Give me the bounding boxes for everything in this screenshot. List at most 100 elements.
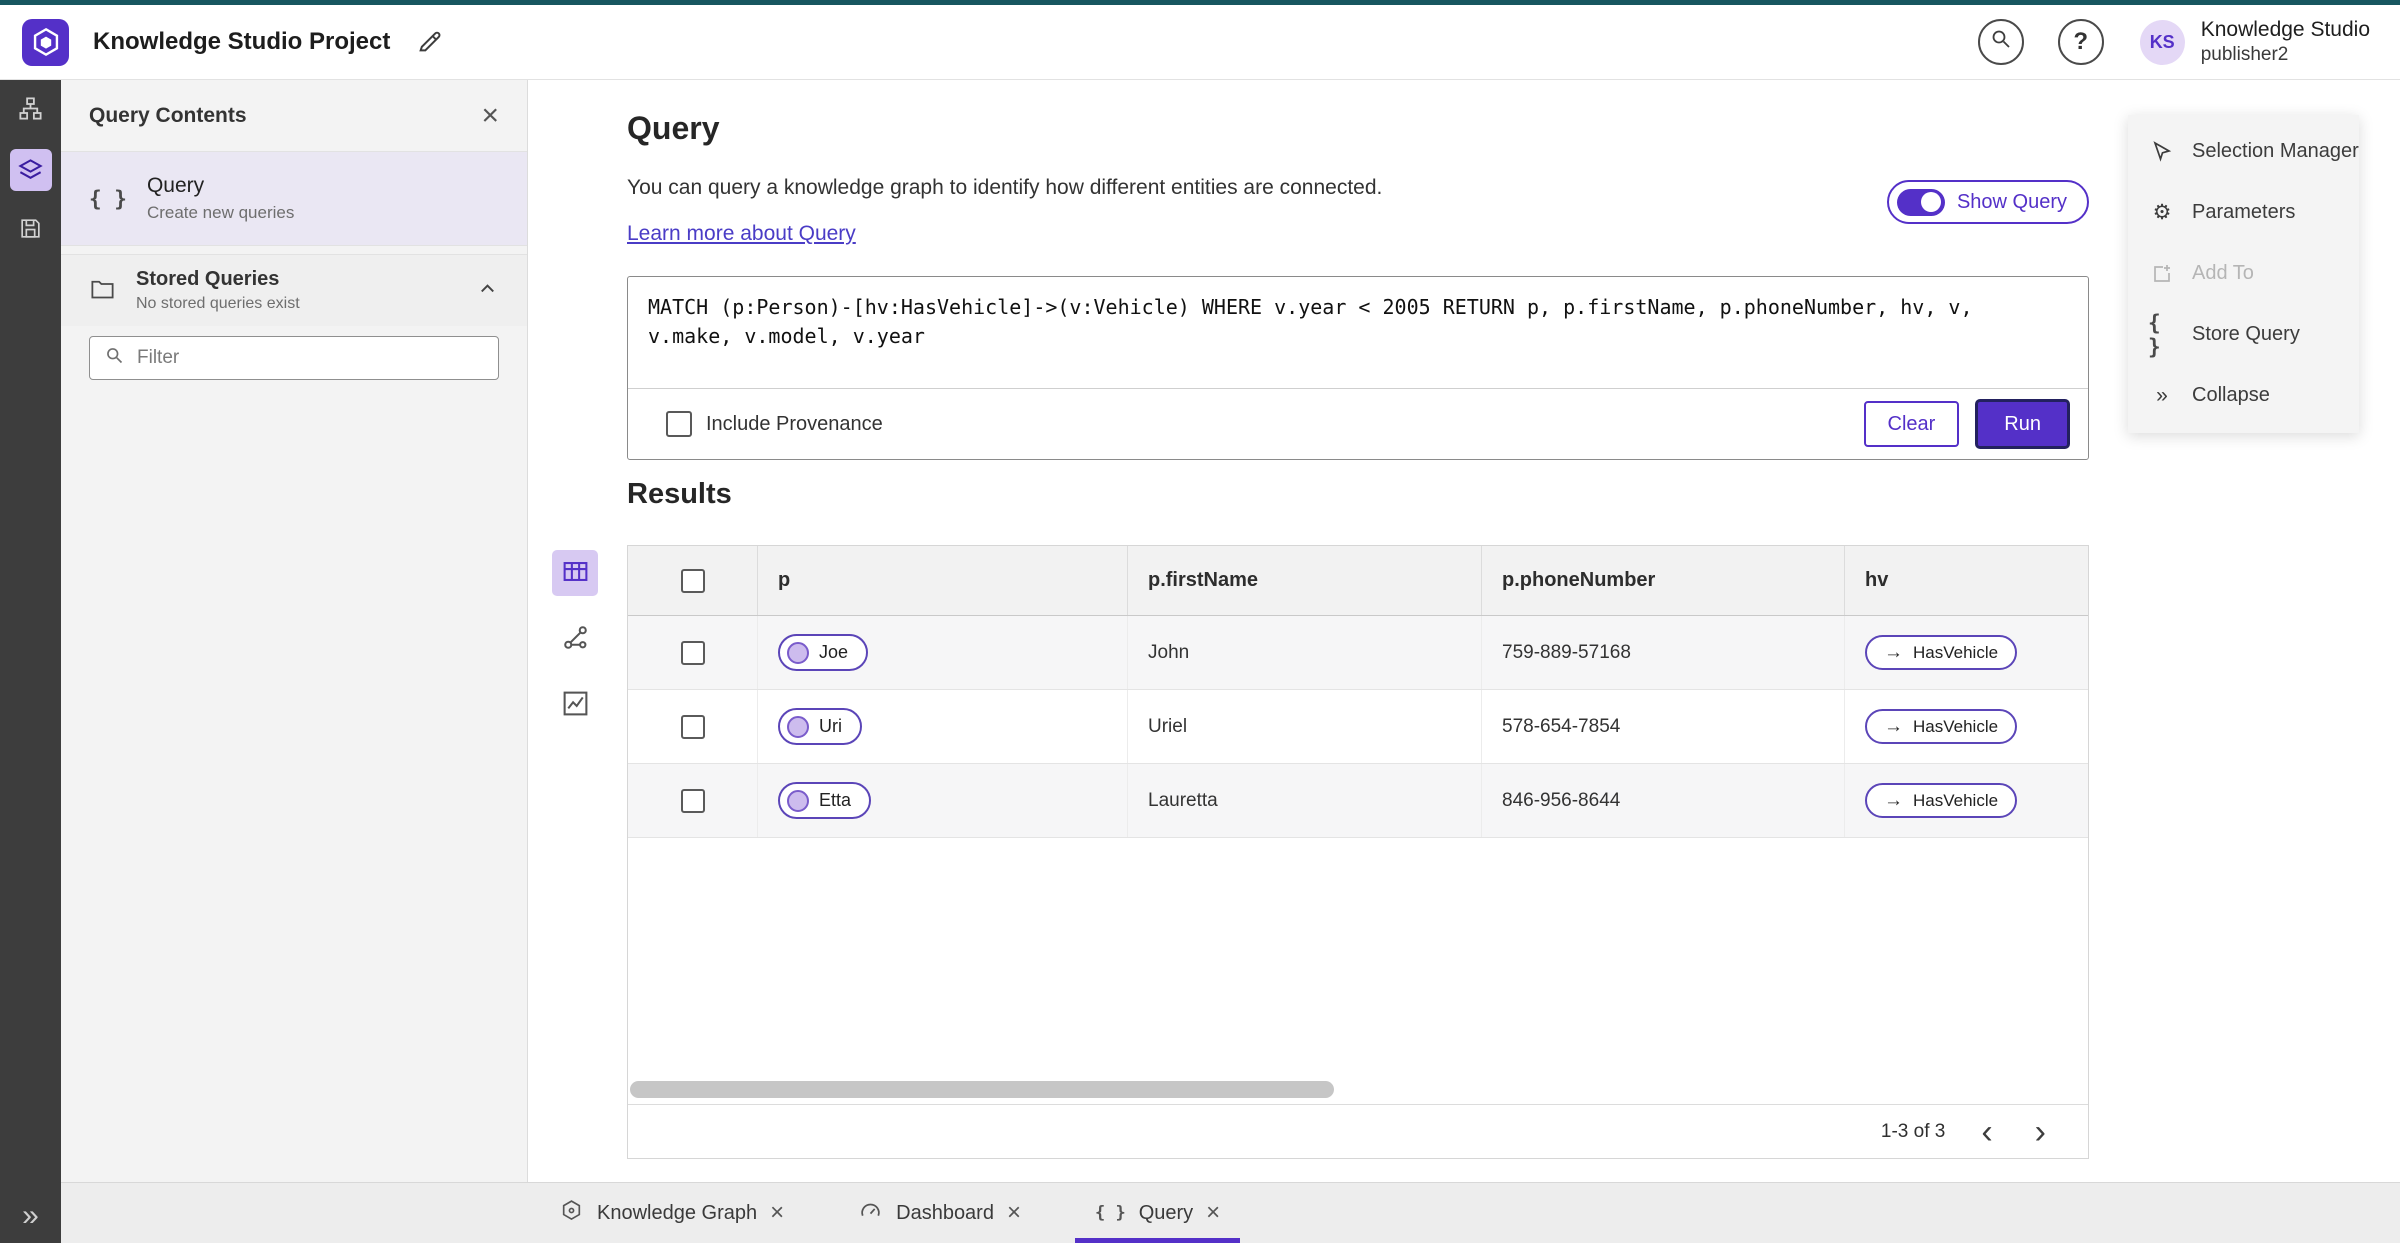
node-icon <box>787 715 809 738</box>
left-rail: » <box>0 80 61 1243</box>
results-table: p p.firstName p.phoneNumber hv Joe John … <box>627 545 2089 1159</box>
column-header-hv[interactable]: hv <box>1845 546 2088 615</box>
search-button[interactable] <box>1977 19 2024 65</box>
edit-project-title-button[interactable] <box>416 27 444 58</box>
results-view-toolbar <box>550 550 600 728</box>
braces-icon: { } <box>2148 310 2161 359</box>
project-title: Knowledge Studio Project <box>93 28 391 55</box>
node-pill[interactable]: Joe <box>778 634 869 671</box>
bottom-tab-bar: Knowledge Graph × Dashboard × { } Query … <box>61 1182 2400 1243</box>
query-editor: MATCH (p:Person)-[hv:HasVehicle]->(v:Veh… <box>627 276 2089 460</box>
cell-first-name: Lauretta <box>1128 764 1482 837</box>
clear-button[interactable]: Clear <box>1863 401 1960 447</box>
cell-phone: 578-654-7854 <box>1482 690 1845 763</box>
show-query-toggle[interactable]: Show Query <box>1886 180 2089 224</box>
show-query-label: Show Query <box>1956 190 2067 213</box>
include-provenance-checkbox[interactable] <box>666 411 692 437</box>
chevrons-right-icon: » <box>2156 383 2168 407</box>
pencil-icon <box>416 27 444 58</box>
braces-icon: { } <box>1094 1203 1126 1223</box>
tab-close-button[interactable]: × <box>1206 1201 1220 1225</box>
include-provenance-label: Include Provenance <box>706 412 883 435</box>
stored-queries-title: Stored Queries <box>136 268 280 290</box>
learn-more-link[interactable]: Learn more about Query <box>627 222 856 246</box>
select-all-cell <box>628 546 758 615</box>
run-button[interactable]: Run <box>1975 399 2070 449</box>
cell-first-name: Uriel <box>1128 690 1482 763</box>
stored-queries-text: Stored Queries No stored queries exist <box>136 268 300 313</box>
store-query-item[interactable]: { } Store Query <box>2128 304 2359 365</box>
row-checkbox[interactable] <box>680 640 705 665</box>
table-view-icon <box>561 557 590 589</box>
column-header-phonenumber[interactable]: p.phoneNumber <box>1482 546 1845 615</box>
help-icon: ? <box>2073 28 2089 55</box>
chevron-right-icon: › <box>2034 1112 2046 1151</box>
graph-view-button[interactable] <box>552 616 598 662</box>
column-header-firstname[interactable]: p.firstName <box>1128 546 1482 615</box>
page-description: You can query a knowledge graph to ident… <box>627 176 1383 199</box>
table-view-button[interactable] <box>552 550 598 596</box>
topbar: Knowledge Studio Project ? KS Knowledge … <box>0 5 2400 80</box>
horizontal-scrollbar[interactable] <box>630 1081 1334 1098</box>
edge-pill[interactable]: → HasVehicle <box>1865 709 2018 744</box>
results-title: Results <box>627 478 732 510</box>
edge-pill[interactable]: → HasVehicle <box>1865 635 2018 670</box>
select-all-checkbox[interactable] <box>680 568 705 593</box>
knowledge-studio-app: Knowledge Studio Project ? KS Knowledge … <box>0 0 2400 1243</box>
node-pill[interactable]: Etta <box>778 782 872 819</box>
rail-hierarchy-button[interactable] <box>0 80 61 140</box>
pagination-bar: 1-3 of 3 ‹ › <box>628 1104 2088 1158</box>
sidebar-close-button[interactable]: × <box>481 98 499 132</box>
selection-manager-item[interactable]: Selection Manager <box>2128 121 2359 182</box>
node-icon <box>787 641 809 664</box>
chevron-left-icon: ‹ <box>1981 1112 1993 1151</box>
filter-input[interactable] <box>137 347 484 369</box>
previous-page-button[interactable]: ‹ <box>1975 1115 1998 1149</box>
edge-label: HasVehicle <box>1913 790 1999 810</box>
sidebar-item-query[interactable]: { } Query Create new queries <box>61 152 527 246</box>
rail-query-contents-button[interactable] <box>0 140 61 200</box>
collapse-panel-item[interactable]: » Collapse <box>2128 365 2359 426</box>
tab-knowledge-graph[interactable]: Knowledge Graph × <box>539 1183 804 1243</box>
rail-expand-button[interactable]: » <box>0 1199 61 1233</box>
add-to-icon <box>2148 262 2176 286</box>
stored-queries-collapse-button[interactable] <box>476 278 499 304</box>
tab-dashboard[interactable]: Dashboard × <box>838 1183 1041 1243</box>
row-checkbox[interactable] <box>680 714 705 739</box>
close-icon: × <box>1206 1199 1221 1226</box>
user-avatar[interactable]: KS <box>2139 19 2185 65</box>
tab-close-button[interactable]: × <box>770 1201 784 1225</box>
cell-phone: 759-889-57168 <box>1482 616 1845 689</box>
edge-label: HasVehicle <box>1913 716 1999 736</box>
tab-query[interactable]: { } Query × <box>1075 1183 1240 1243</box>
stored-queries-subtitle: No stored queries exist <box>136 295 300 312</box>
row-checkbox[interactable] <box>680 788 705 813</box>
rail-save-button[interactable] <box>0 200 61 260</box>
search-icon <box>1989 27 2013 58</box>
help-button[interactable]: ? <box>2057 19 2104 65</box>
chart-view-button[interactable] <box>552 682 598 728</box>
chevrons-right-icon: » <box>22 1199 39 1232</box>
query-item-text: Query Create new queries <box>147 174 294 223</box>
edge-pill[interactable]: → HasVehicle <box>1865 783 2018 818</box>
node-label: Joe <box>819 642 849 662</box>
arrow-right-icon: → <box>1884 715 1903 737</box>
sidebar-stored-queries-header[interactable]: Stored Queries No stored queries exist <box>61 254 527 326</box>
braces-icon: { } <box>89 186 127 211</box>
arrow-right-icon: → <box>1884 789 1903 811</box>
selection-manager-icon <box>2148 140 2176 164</box>
folder-icon <box>89 275 116 307</box>
dashboard-icon <box>858 1198 883 1228</box>
parameters-item[interactable]: ⚙ Parameters <box>2128 182 2359 243</box>
column-header-p[interactable]: p <box>758 546 1128 615</box>
close-icon: × <box>481 98 499 132</box>
query-text-input[interactable]: MATCH (p:Person)-[hv:HasVehicle]->(v:Veh… <box>628 277 2088 387</box>
pagination-label: 1-3 of 3 <box>1880 1120 1946 1142</box>
app-logo-icon <box>22 18 69 66</box>
next-page-button[interactable]: › <box>2029 1115 2052 1149</box>
node-pill[interactable]: Uri <box>778 708 862 745</box>
node-label: Etta <box>819 790 852 810</box>
layers-icon <box>9 149 52 191</box>
query-contents-sidebar: Query Contents × { } Query Create new qu… <box>61 80 528 1182</box>
tab-close-button[interactable]: × <box>1007 1201 1021 1225</box>
